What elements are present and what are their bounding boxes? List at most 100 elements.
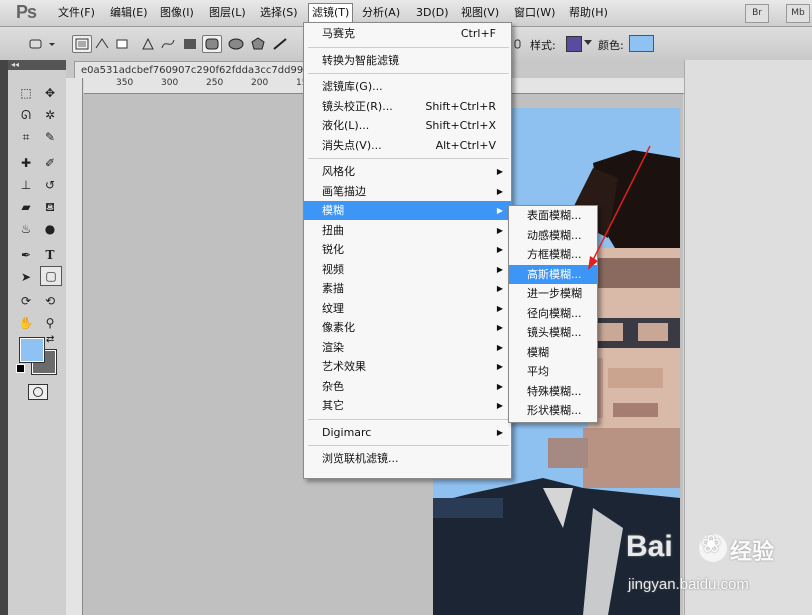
freeform-pen-icon[interactable] [158,35,178,53]
style-dropdown-icon[interactable] [584,40,592,45]
document-tab[interactable]: e0a531adcbef760907c290f62fdda3cc7dd99e2e… [74,61,324,79]
menu-3[interactable]: 图层(L) [206,4,249,21]
dodge-tool-icon[interactable]: ● [40,220,60,238]
filter-menu-item[interactable]: 视频 ▶ [304,260,511,279]
history-brush-icon[interactable]: ↺ [40,176,60,194]
menu-10[interactable]: 帮助(H) [566,4,611,21]
filter-menu-item[interactable]: 滤镜库(G)... [304,77,511,96]
photoshop-logo: Ps [16,2,37,22]
menu-item-label: 艺术效果 [322,360,366,373]
3d-orbit-icon[interactable]: ⟲ [40,292,60,310]
rectangle-shape-icon[interactable] [180,35,200,53]
menu-2[interactable]: 图像(I) [157,4,197,21]
filter-menu-item[interactable]: 纹理 ▶ [304,299,511,318]
line-shape-icon[interactable] [270,35,290,53]
magic-wand-icon[interactable]: ✲ [40,106,60,124]
menu-item-label: 表面模糊... [527,209,582,222]
toolbox-collapse-icon[interactable]: ◂◂ [8,60,66,70]
filter-menu-item[interactable]: 模糊 ▶ [304,201,511,220]
filter-menu-item[interactable]: 消失点(V)... Alt+Ctrl+V [304,136,511,155]
style-swatch[interactable] [566,36,582,52]
shape-layers-button[interactable] [72,35,92,53]
link-icon[interactable] [512,35,524,53]
lasso-tool-icon[interactable]: ᘏ [16,106,36,124]
blur-submenu-item[interactable]: 模糊 [509,343,597,362]
menu-6[interactable]: 分析(A) [359,4,403,21]
filter-menu-item[interactable]: 风格化 ▶ [304,162,511,181]
blur-submenu-item[interactable]: 镜头模糊... [509,323,597,342]
eraser-tool-icon[interactable]: ▰ [16,198,36,216]
blur-tool-icon[interactable]: ♨ [16,220,36,238]
submenu-arrow-icon: ▶ [496,401,503,410]
menu-5[interactable]: 滤镜(T) [308,3,354,24]
filter-menu-item[interactable]: 画笔描边 ▶ [304,182,511,201]
menu-7[interactable]: 3D(D) [413,4,452,21]
zoom-tool-icon[interactable]: ⚲ [40,314,60,332]
filter-menu-item[interactable]: 镜头校正(R)... Shift+Ctrl+R [304,97,511,116]
menu-9[interactable]: 窗口(W) [511,4,558,21]
healing-brush-icon[interactable]: ✚ [16,154,36,172]
pen-tool-icon-2[interactable]: ✒ [16,246,36,264]
paint-bucket-icon[interactable]: ⛾ [40,198,60,216]
quick-mask-icon[interactable] [28,384,48,400]
3d-rotate-icon[interactable]: ⟳ [16,292,36,310]
menu-0[interactable]: 文件(F) [55,4,98,21]
blur-submenu-item[interactable]: 形状模糊... [509,401,597,420]
mini-bridge-button[interactable]: Mb [786,4,810,23]
filter-menu-item[interactable]: 锐化 ▶ [304,240,511,259]
menu-item-label: 像素化 [322,321,355,334]
filter-menu-item[interactable]: 渲染 ▶ [304,338,511,357]
menu-4[interactable]: 选择(S) [257,4,301,21]
paths-button[interactable] [92,35,112,53]
swap-colors-icon[interactable]: ⇄ [46,334,54,345]
filter-menu-item[interactable]: 像素化 ▶ [304,318,511,337]
rounded-rect-tool-icon[interactable]: ▢ [40,266,62,286]
filter-menu-item[interactable]: 艺术效果 ▶ [304,357,511,376]
menu-item-label: 平均 [527,365,549,378]
submenu-arrow-icon: ▶ [496,167,503,176]
submenu-arrow-icon: ▶ [496,342,503,352]
move-tool-icon[interactable]: ✥ [40,84,60,102]
rounded-rectangle-icon[interactable] [202,35,222,53]
filter-menu-item[interactable]: 素描 ▶ [304,279,511,298]
default-colors-icon[interactable] [16,364,25,373]
fill-pixels-button[interactable] [112,35,132,53]
polygon-shape-icon[interactable] [248,35,268,53]
blur-submenu-item[interactable]: 进一步模糊 [509,284,597,303]
marquee-tool-icon[interactable]: ⬚ [16,84,36,102]
eyedropper-icon[interactable]: ✎ [40,128,60,146]
pen-tool-icon[interactable] [138,35,158,53]
hand-tool-icon[interactable]: ✋ [16,314,36,332]
filter-menu-item[interactable]: 杂色 ▶ [304,377,511,396]
menu-8[interactable]: 视图(V) [458,4,502,21]
filter-menu-item[interactable]: 扭曲 ▶ [304,221,511,240]
blur-submenu-item[interactable]: 径向模糊... [509,304,597,323]
crop-tool-icon[interactable]: ⌗ [16,128,36,146]
tool-preset-button[interactable] [26,35,46,53]
filter-menu-item[interactable]: 液化(L)... Shift+Ctrl+X [304,116,511,135]
menu-item-label: 方框模糊... [527,248,582,261]
path-selection-icon[interactable]: ➤ [16,268,36,286]
menu-item-label: 滤镜库(G)... [322,80,383,93]
blur-submenu-item[interactable]: 平均 [509,362,597,381]
preset-dropdown-icon[interactable] [46,35,58,53]
menu-item-shortcut: Alt+Ctrl+V [435,138,496,152]
type-tool-icon[interactable]: T [40,246,60,264]
menu-separator [308,73,509,74]
filter-menu-item[interactable]: 其它 ▶ [304,396,511,415]
color-swatch[interactable] [629,35,654,52]
filter-menu-item[interactable]: 转换为智能滤镜 [304,51,511,70]
filter-menu-item[interactable]: Digimarc ▶ [304,423,511,442]
foreground-color-swatch[interactable] [19,337,45,363]
submenu-arrow-icon: ▶ [496,245,503,254]
bridge-button[interactable]: Br [745,4,769,23]
blur-submenu-item[interactable]: 特殊模糊... [509,382,597,401]
ellipse-shape-icon[interactable] [226,35,246,53]
watermark-brand-cn: 经验 [730,540,775,565]
brush-tool-icon[interactable]: ✐ [40,154,60,172]
menu-1[interactable]: 编辑(E) [107,4,151,21]
clone-stamp-icon[interactable]: ⊥ [16,176,36,194]
filter-menu-item[interactable]: 马赛克 Ctrl+F [304,24,511,43]
menu-item-label: 扭曲 [322,223,344,237]
filter-menu-item[interactable]: 浏览联机滤镜... [304,449,511,468]
